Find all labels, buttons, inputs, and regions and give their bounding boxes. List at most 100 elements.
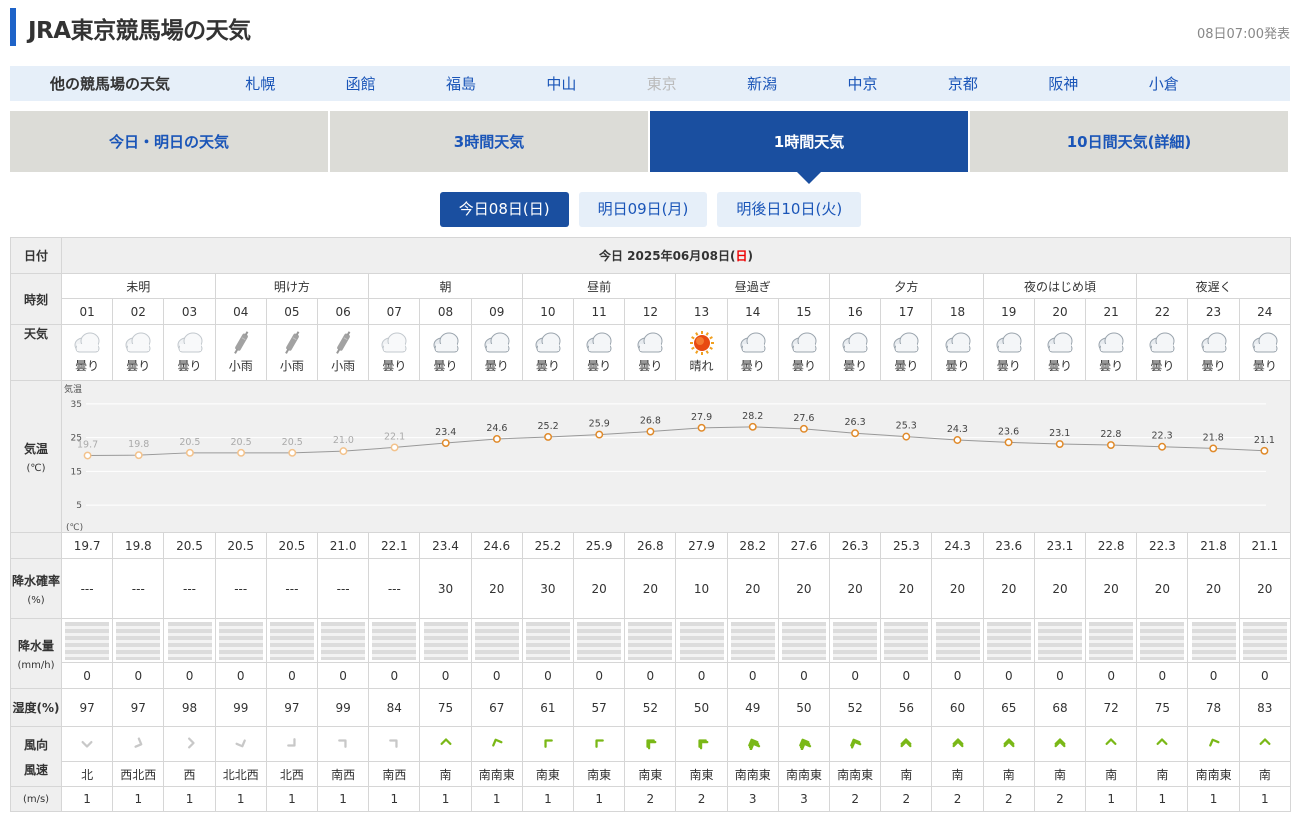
wind-speed-cell: 1 [1085,786,1138,812]
hour-cell: 14 [726,298,779,325]
cloud-icon [420,330,470,356]
wind-dir-cell [573,726,626,762]
prob-cell: --- [214,558,267,619]
rain-bar-cell [624,618,677,663]
hour-cell: 20 [1033,298,1087,325]
rain-value-cell: 0 [419,662,472,689]
track-link-3[interactable]: 福島 [411,73,511,94]
y-tick-label: 5 [76,501,82,511]
wind-dir-name-cell: 北西 [265,761,319,787]
cloud-icon [728,330,778,356]
temperature-data-label: 24.3 [947,423,968,434]
time-header-text: 時刻 [23,292,48,307]
rain-value-cell: 0 [214,662,267,689]
track-link-10[interactable]: 小倉 [1114,73,1214,94]
wind-speed-cell: 2 [931,786,984,812]
wind-speed-cell: 2 [675,786,728,812]
wind-dir-name-cell: 南東 [624,761,677,787]
hour-cell: 16 [829,298,882,325]
tab-3[interactable]: 1時間天気 [650,111,968,184]
rain-bar-cell [163,618,216,663]
track-link-9[interactable]: 阪神 [1013,73,1113,94]
period-cell: 夕方 [829,273,984,299]
temperature-data-label: 19.8 [128,439,149,450]
temp-value-cell: 21.1 [1238,532,1291,559]
prob-cell: 20 [1187,558,1240,619]
rain-bar [372,621,417,660]
track-link-8[interactable]: 京都 [913,73,1013,94]
hour-cell: 22 [1136,298,1189,325]
track-link-2[interactable]: 函館 [310,73,410,94]
day-button-3[interactable]: 明後日10日(火) [717,192,862,227]
temperature-data-label: 19.7 [77,439,98,450]
weather-label: 曇り [740,359,765,373]
hour-cell: 05 [265,298,319,325]
weather-cell: 曇り [368,324,421,381]
day-button-1[interactable]: 今日08日(日) [439,192,569,227]
weather-cell: 曇り [931,324,984,381]
wind-arrow-icon [847,736,863,750]
tab-2[interactable]: 3時間天気 [330,111,648,172]
humidity-cell: 97 [60,688,114,727]
humidity-cell: 84 [368,688,421,727]
temp-value-cell: 21.8 [1187,532,1240,559]
temperature-data-label: 24.6 [486,422,507,433]
temp-value-cell: 22.8 [1085,532,1138,559]
tab-1[interactable]: 今日・明日の天気 [10,111,328,172]
temp-value-cell: 20.5 [214,532,267,559]
wind-dir-name-cell: 南 [931,761,984,787]
rain-value-cell: 0 [112,662,165,689]
rain-bar [1089,621,1134,660]
rain-bar [577,621,622,660]
period-cell: 昼過ぎ [675,273,831,299]
cloud-icon [1137,330,1187,356]
track-link-4[interactable]: 中山 [511,73,611,94]
cloud-icon [1188,330,1238,356]
rain-value-cell: 0 [60,662,114,689]
other-tracks-nav: 他の競馬場の天気 札幌 函館 福島 中山 東京 新潟 中京 京都 阪神 小倉 [10,66,1290,101]
weather-cell: 小雨 [265,324,319,381]
wind-dir-cell [675,726,728,762]
temperature-point [1209,443,1218,452]
rain-bar [474,621,519,660]
weather-label: 曇り [1099,359,1124,373]
temperature-point [646,427,655,435]
weather-label: 曇り [843,359,868,373]
temperature-point [185,448,194,457]
hour-cell: 11 [573,298,626,325]
temperature-data-label: 27.9 [691,411,712,422]
tab-4[interactable]: 10日間天気(詳細) [970,111,1288,172]
day-button-2[interactable]: 明日09日(月) [578,192,708,227]
wind-header: 風向 風速 [10,726,62,787]
rain-bar [1242,621,1287,660]
track-link-1[interactable]: 札幌 [210,73,310,94]
temperature-data-label: 25.2 [538,420,559,431]
wind-dir-name-cell: 南 [880,761,933,787]
rain-value-cell: 0 [624,662,677,689]
weather-cell: 小雨 [214,324,267,381]
rain-bar-cell [112,618,165,663]
rain-bar-cell [265,618,319,663]
humidity-cell: 99 [214,688,267,727]
wind-dir-name-cell: 南 [982,761,1035,787]
date-suffix: ) [747,249,753,263]
wind-dir-cell [368,726,421,762]
temp-value-cell: 24.3 [931,532,984,559]
temperature-data-label: 27.6 [793,412,814,423]
weather-label: 曇り [75,359,100,373]
humidity-cell: 49 [726,688,779,727]
weather-cell: 曇り [112,324,165,381]
date-cell: 今日 2025年06月08日(日) [61,237,1291,274]
track-link-7[interactable]: 中京 [812,73,912,94]
temperature-point [544,432,553,441]
rain-bar-cell [1085,618,1138,663]
temp-value-cell: 23.4 [419,532,472,559]
wind-dir-cell [880,726,933,762]
wind-speed-cell: 1 [470,786,523,812]
wind-arrow-icon [591,736,607,750]
weather-cell: 曇り [829,324,882,381]
rain-value-cell: 0 [573,662,626,689]
temperature-point [851,428,860,437]
time-header: 時刻 [10,273,62,325]
track-link-6[interactable]: 新潟 [712,73,812,94]
